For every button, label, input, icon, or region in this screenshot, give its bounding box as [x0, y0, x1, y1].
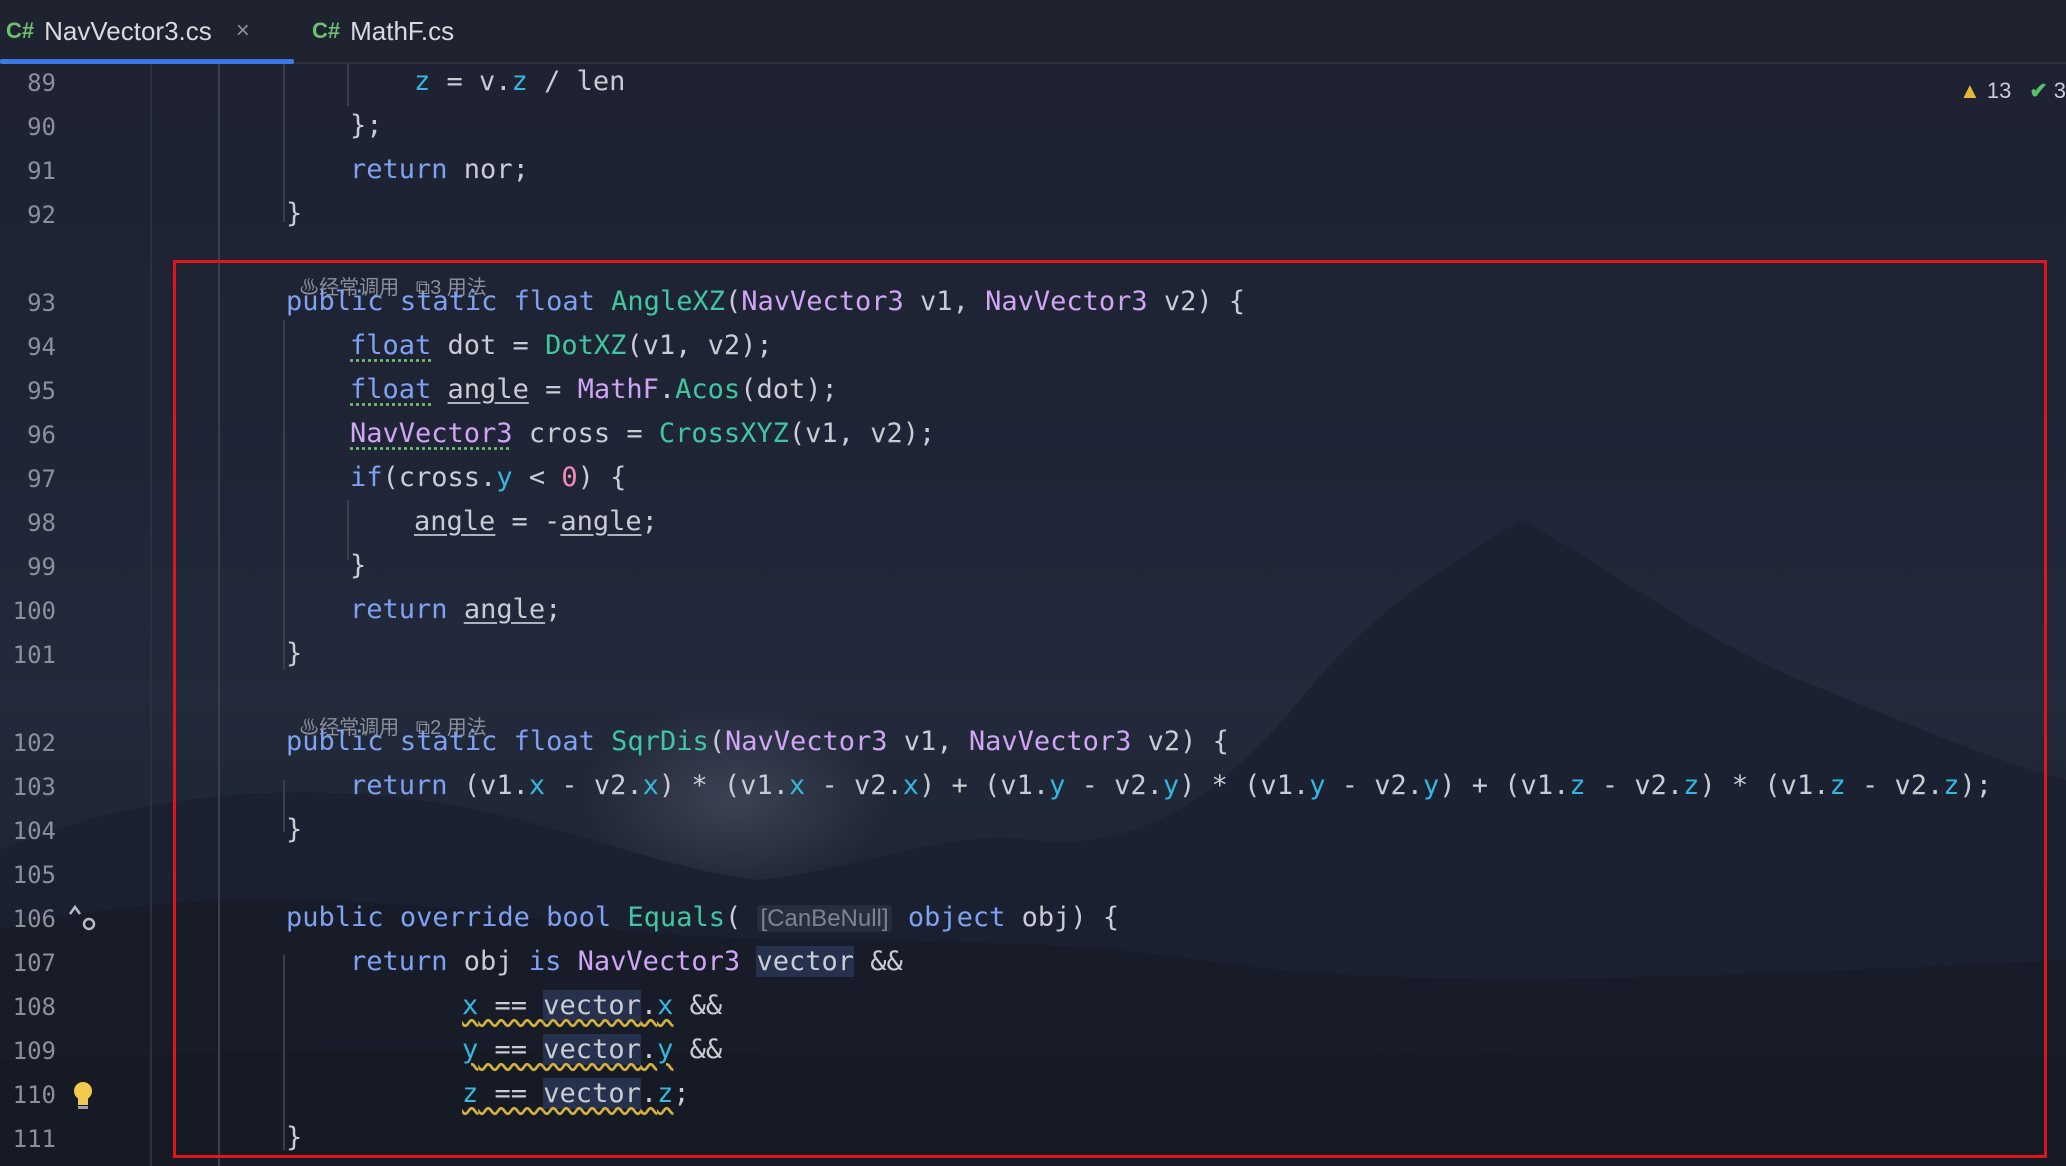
- lightbulb-icon[interactable]: [70, 1080, 96, 1112]
- indent-guide: [283, 780, 285, 832]
- code-line-110[interactable]: z == vector.z;: [462, 1078, 690, 1110]
- code-line-106[interactable]: public override bool Equals( [CanBeNull]…: [286, 902, 1119, 935]
- mountain-landscape: [0, 520, 2066, 1166]
- code-line-107[interactable]: return obj is NavVector3 vector &&: [350, 946, 903, 978]
- line-number: 105: [12, 861, 56, 889]
- indent-guide: [218, 62, 220, 1166]
- line-number: 90: [27, 113, 56, 141]
- code-line-108[interactable]: x == vector.x &&: [462, 990, 722, 1022]
- line-number: 94: [27, 333, 56, 361]
- code-line-95[interactable]: float angle = MathF.Acos(dot);: [350, 374, 838, 406]
- code-line-96[interactable]: NavVector3 cross = CrossXYZ(v1, v2);: [350, 418, 935, 450]
- line-number: 97: [27, 465, 56, 493]
- csharp-file-icon: C#: [312, 18, 341, 43]
- code-line-100[interactable]: return angle;: [350, 594, 561, 626]
- inspection-widget[interactable]: ▲ 13 ✔ 3: [1959, 78, 2066, 104]
- indent-guide: [283, 62, 285, 222]
- check-icon: ✔: [2029, 78, 2048, 103]
- line-number: 99: [27, 553, 56, 581]
- warning-count: 13: [1986, 78, 2012, 103]
- line-number: 101: [12, 641, 56, 669]
- active-tab-indicator: [0, 59, 294, 64]
- line-number: 93: [27, 289, 56, 317]
- line-number: 108: [12, 993, 56, 1021]
- code-line-97[interactable]: if(cross.y < 0) {: [350, 462, 626, 494]
- line-number: 106: [12, 905, 56, 933]
- indent-guide: [283, 955, 285, 1150]
- editor-background: [0, 0, 2066, 1166]
- line-number: 96: [27, 421, 56, 449]
- code-line-91[interactable]: return nor;: [350, 154, 529, 186]
- line-number: 109: [12, 1037, 56, 1065]
- line-number: 91: [27, 157, 56, 185]
- line-number: 104: [12, 817, 56, 845]
- tab-mathf[interactable]: C# MathF.cs: [312, 0, 454, 62]
- indent-guide: [347, 500, 349, 560]
- tab-label: MathF.cs: [350, 15, 455, 46]
- line-number: 102: [12, 729, 56, 757]
- warning-icon: ▲: [1959, 78, 1981, 103]
- code-line-89[interactable]: z = v.z / len: [414, 66, 625, 98]
- line-number: 110: [12, 1081, 56, 1109]
- tab-bar: C# NavVector3.cs × C# MathF.cs: [0, 0, 2066, 64]
- line-number: 89: [27, 69, 56, 97]
- gutter-separator: [150, 62, 152, 1166]
- line-number: 107: [12, 949, 56, 977]
- nullability-annotation-hint: [CanBeNull]: [757, 905, 892, 932]
- code-line-109[interactable]: y == vector.y &&: [462, 1034, 722, 1066]
- code-line-90[interactable]: };: [350, 110, 383, 142]
- code-line-94[interactable]: float dot = DotXZ(v1, v2);: [350, 330, 773, 362]
- indent-guide: [347, 62, 349, 106]
- code-line-103[interactable]: return (v1.x - v2.x) * (v1.x - v2.x) + (…: [350, 770, 1992, 802]
- line-number: 92: [27, 201, 56, 229]
- line-number: 100: [12, 597, 56, 625]
- code-line-102[interactable]: public static float SqrDis(NavVector3 v1…: [286, 726, 1229, 758]
- code-line-92[interactable]: }: [286, 198, 302, 230]
- code-line-98[interactable]: angle = -angle;: [414, 506, 658, 538]
- line-number: 98: [27, 509, 56, 537]
- line-number: 111: [12, 1125, 56, 1153]
- line-number: 95: [27, 377, 56, 405]
- code-line-99[interactable]: }: [350, 550, 366, 582]
- tab-label: NavVector3.cs: [44, 15, 212, 46]
- code-line-101[interactable]: }: [286, 638, 302, 670]
- tab-navvector3[interactable]: C# NavVector3.cs ×: [0, 0, 294, 64]
- code-line-111[interactable]: }: [286, 1122, 302, 1154]
- code-line-93[interactable]: public static float AngleXZ(NavVector3 v…: [286, 286, 1245, 318]
- indent-guide: [283, 320, 285, 670]
- close-icon[interactable]: ×: [236, 17, 250, 45]
- code-line-104[interactable]: }: [286, 814, 302, 846]
- override-marker-icon[interactable]: [66, 902, 98, 934]
- csharp-file-icon: C#: [6, 18, 35, 43]
- ok-count: 3: [2053, 78, 2066, 103]
- line-number: 103: [12, 773, 56, 801]
